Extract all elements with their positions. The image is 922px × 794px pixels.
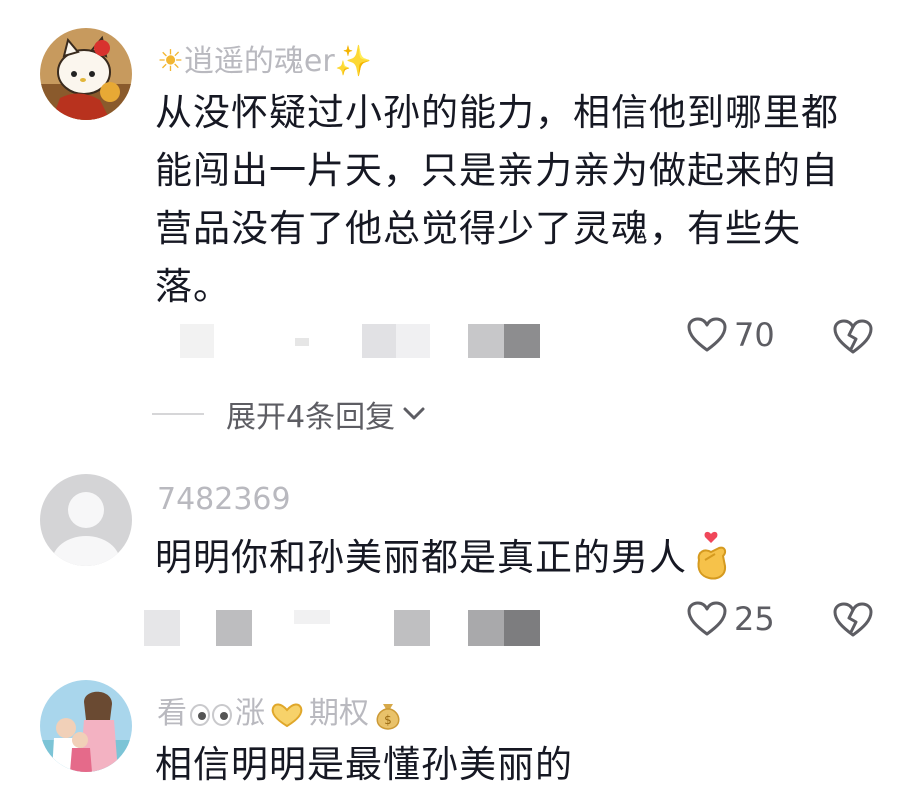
- blurred-metadata: [144, 610, 544, 646]
- replies-divider: [152, 413, 204, 415]
- avatar[interactable]: [40, 28, 132, 120]
- family-photo-avatar-image: [40, 680, 132, 772]
- finger-heart-emoji-icon: [697, 531, 727, 579]
- eyes-emoji-icon: [190, 703, 232, 726]
- expand-replies-button[interactable]: 展开4条回复: [152, 392, 427, 436]
- like-button[interactable]: 70: [686, 316, 775, 354]
- broken-heart-icon: [833, 319, 873, 354]
- comment-text: 从没怀疑过小孙的能力，相信他到哪里都能闯出一片天，只是亲力亲为做起来的自营品没有…: [155, 91, 839, 308]
- username-part-3: 期权: [309, 696, 369, 731]
- sun-emoji-icon: ☀: [157, 44, 184, 79]
- sparkles-emoji-icon: ✨: [334, 44, 373, 79]
- username[interactable]: 看 涨 期权 $: [157, 688, 405, 732]
- username-text: 逍遥的魂er: [183, 44, 335, 79]
- comment-text: 相信明明是最懂孙美丽的: [155, 743, 573, 786]
- chevron-down-icon: [403, 407, 425, 420]
- hello-kitty-avatar-image: [40, 28, 132, 120]
- dislike-button[interactable]: [832, 601, 874, 643]
- svg-text:$: $: [384, 713, 392, 727]
- default-avatar-image: [40, 474, 132, 566]
- money-bag-emoji-icon: $: [376, 703, 400, 730]
- avatar[interactable]: [40, 680, 132, 772]
- comment-text: 明明你和孙美丽都是真正的男人: [155, 529, 855, 587]
- dislike-button[interactable]: [832, 318, 874, 360]
- username-part-2: 涨: [235, 696, 265, 731]
- username-part-1: 看: [157, 696, 187, 731]
- like-button[interactable]: 25: [686, 600, 775, 638]
- like-count: 70: [734, 316, 775, 354]
- broken-heart-icon: [833, 602, 873, 637]
- comment-text-content: 明明你和孙美丽都是真正的男人: [155, 536, 687, 579]
- blurred-metadata: [180, 324, 540, 358]
- username[interactable]: ☀逍遥的魂er✨: [157, 36, 372, 80]
- heart-hands-emoji-icon: [271, 703, 303, 727]
- username[interactable]: 7482369: [157, 482, 291, 517]
- heart-outline-icon: [687, 317, 727, 352]
- heart-outline-icon: [687, 601, 727, 636]
- avatar[interactable]: [40, 474, 132, 566]
- expand-replies-label: 展开4条回复: [226, 400, 396, 435]
- like-count: 25: [734, 600, 775, 638]
